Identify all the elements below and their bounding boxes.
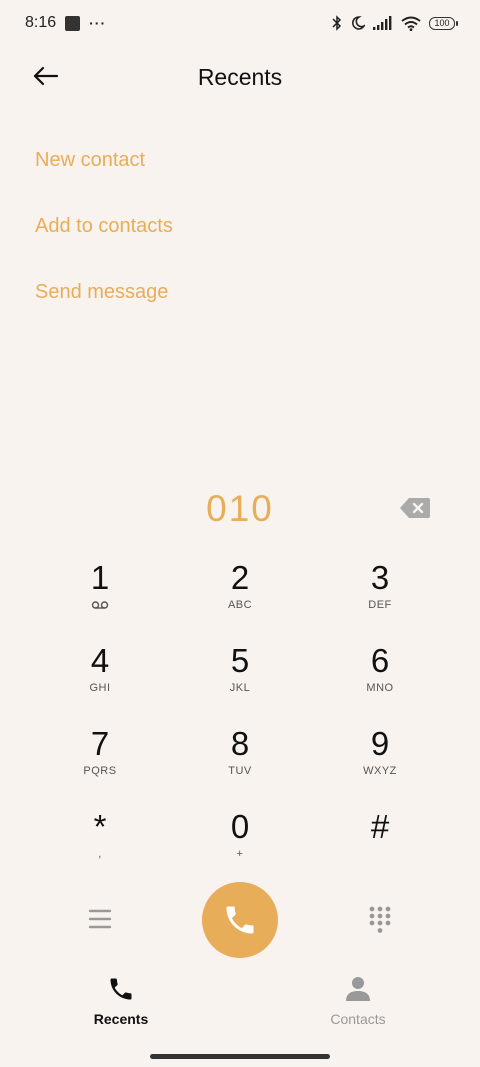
- key-digit: *: [93, 808, 107, 845]
- status-bar: 8:16 ··· 100: [0, 0, 480, 46]
- key-letters: +: [236, 848, 244, 860]
- tab-recents[interactable]: Recents: [61, 975, 181, 1027]
- key-hash[interactable]: #: [310, 805, 450, 888]
- dialpad-icon[interactable]: [368, 906, 392, 934]
- key-digit: 1: [90, 559, 110, 596]
- bluetooth-icon: [332, 15, 342, 31]
- key-digit: 8: [230, 725, 250, 762]
- tab-contacts[interactable]: Contacts: [298, 975, 418, 1027]
- key-digit: 5: [230, 642, 250, 679]
- arrow-left-icon[interactable]: [30, 63, 60, 89]
- key-digit: #: [370, 808, 390, 845]
- key-1[interactable]: 1: [30, 556, 170, 639]
- page-title: Recents: [197, 63, 283, 90]
- tab-recents-label: Recents: [93, 1011, 149, 1027]
- action-list: New contact Add to contacts Send message: [35, 140, 173, 338]
- key-3[interactable]: 3 DEF: [310, 556, 450, 639]
- voicemail-icon: [91, 601, 109, 609]
- person-icon: [346, 977, 370, 1001]
- key-letters: WXYZ: [363, 765, 397, 777]
- key-2[interactable]: 2 ABC: [170, 556, 310, 639]
- tab-contacts-label: Contacts: [330, 1011, 386, 1027]
- key-5[interactable]: 5 JKL: [170, 639, 310, 722]
- wifi-icon: [401, 16, 421, 31]
- backspace-icon[interactable]: [399, 497, 431, 519]
- key-star[interactable]: * ,: [30, 805, 170, 888]
- dialed-number: 010: [206, 488, 274, 529]
- key-digit: 3: [370, 559, 390, 596]
- status-time: 8:16: [25, 14, 57, 31]
- key-letters: TUV: [228, 765, 252, 777]
- header: Recents: [0, 54, 480, 100]
- dial-keypad: 1 2 ABC 3 DEF 4 GHI 5 JKL 6 MNO 7 PQRS 8…: [30, 556, 450, 888]
- home-indicator[interactable]: [150, 1054, 330, 1059]
- menu-icon[interactable]: [88, 908, 112, 930]
- key-4[interactable]: 4 GHI: [30, 639, 170, 722]
- number-display: 010: [0, 484, 480, 534]
- key-letters: GHI: [89, 682, 111, 694]
- bottom-nav: Recents Contacts: [0, 975, 480, 1035]
- phone-icon: [226, 906, 254, 934]
- call-button[interactable]: [202, 882, 278, 958]
- key-letters: ,: [98, 848, 102, 860]
- key-letters: MNO: [366, 682, 394, 694]
- moon-icon: [352, 16, 365, 30]
- key-7[interactable]: 7 PQRS: [30, 722, 170, 805]
- signal-icon: [373, 16, 392, 30]
- key-letters: JKL: [229, 682, 251, 694]
- key-9[interactable]: 9 WXYZ: [310, 722, 450, 805]
- key-letters: ABC: [227, 599, 253, 611]
- battery-icon: 100: [429, 16, 458, 30]
- key-digit: 0: [230, 808, 250, 845]
- notification-icon: [65, 15, 81, 31]
- add-to-contacts-link[interactable]: Add to contacts: [35, 206, 173, 272]
- key-digit: 6: [370, 642, 390, 679]
- dialer-controls: [0, 882, 480, 958]
- phone-icon: [110, 978, 132, 1000]
- key-letters: PQRS: [83, 765, 117, 777]
- key-0[interactable]: 0 +: [170, 805, 310, 888]
- more-notifications-indicator: ···: [89, 15, 107, 31]
- key-letters: DEF: [368, 599, 392, 611]
- key-6[interactable]: 6 MNO: [310, 639, 450, 722]
- new-contact-link[interactable]: New contact: [35, 140, 173, 206]
- send-message-link[interactable]: Send message: [35, 272, 173, 338]
- key-digit: 2: [230, 559, 250, 596]
- key-digit: 4: [90, 642, 110, 679]
- key-digit: 7: [90, 725, 110, 762]
- key-8[interactable]: 8 TUV: [170, 722, 310, 805]
- key-digit: 9: [370, 725, 390, 762]
